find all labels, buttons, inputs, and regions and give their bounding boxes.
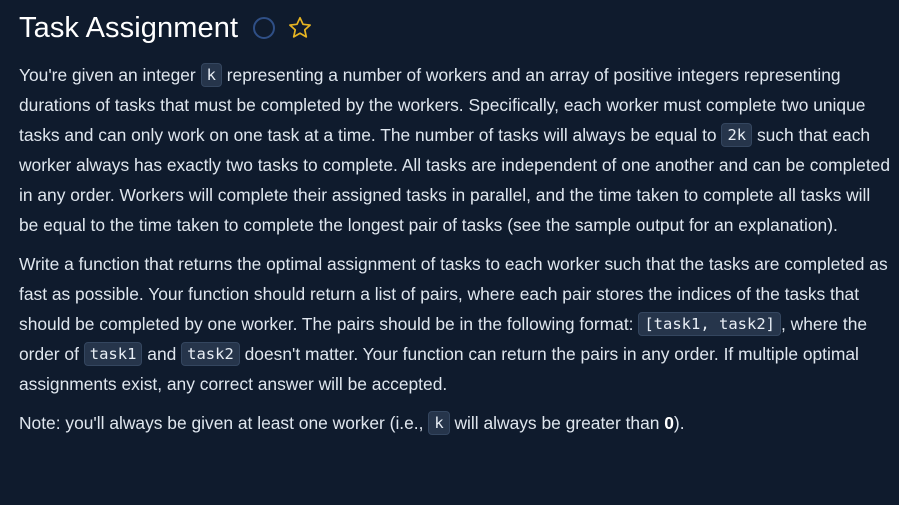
- inline-code: task1: [83, 342, 143, 366]
- page-title: Task Assignment: [19, 12, 239, 44]
- inline-code: k: [428, 411, 450, 435]
- problem-panel: Task Assignment You're given an integer …: [0, 0, 899, 505]
- star-outline-icon[interactable]: [287, 15, 313, 41]
- text: ).: [673, 413, 685, 433]
- star-outline-svg: [289, 16, 312, 38]
- inline-code: 2k: [721, 123, 753, 147]
- title-row: Task Assignment: [19, 10, 887, 46]
- inline-code: [task1, task2]: [638, 312, 781, 336]
- text: Note: you'll always be given at least on…: [19, 413, 429, 433]
- bold-value: 0: [664, 413, 674, 433]
- note-paragraph: Note: you'll always be given at least on…: [19, 408, 891, 438]
- text: will always be greater than: [449, 413, 665, 433]
- circle-outline-icon[interactable]: [253, 17, 276, 39]
- text: and: [142, 344, 182, 364]
- inline-code: task2: [181, 342, 240, 366]
- inline-code: k: [200, 63, 222, 87]
- text: You're given an integer: [19, 65, 201, 85]
- description-paragraph-1: You're given an integer k representing a…: [19, 60, 891, 240]
- description-paragraph-2: Write a function that returns the optima…: [19, 249, 891, 399]
